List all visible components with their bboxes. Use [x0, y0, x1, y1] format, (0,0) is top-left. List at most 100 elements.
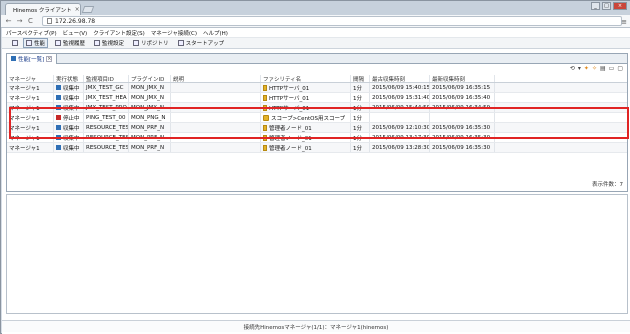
- cell-filler: [495, 83, 627, 92]
- header-monitor-id[interactable]: 監視項目ID: [84, 75, 129, 82]
- status-indicator-icon: [56, 95, 61, 100]
- maximize-button[interactable]: □: [602, 2, 611, 10]
- url-input[interactable]: 172.26.98.78: [42, 16, 622, 26]
- perspective-monitor-settings[interactable]: 監視設定: [92, 39, 126, 47]
- table-row[interactable]: マネージャ1 収集中 RESOURCE_TES MON_PRF_N 管理者ノード_01 1…: [7, 133, 627, 143]
- forward-icon[interactable]: →: [16, 17, 23, 25]
- cell-manager: マネージャ1: [7, 133, 54, 142]
- menu-perspective[interactable]: パースペクティブ(P): [6, 29, 57, 37]
- cell-plugin-id: MON_PRF_N: [129, 133, 171, 142]
- perspective-repository[interactable]: リポジトリ: [131, 39, 171, 47]
- header-interval[interactable]: 間隔: [351, 75, 370, 82]
- lower-pane: [6, 194, 628, 314]
- cell-facility: 管理者ノード_01: [261, 143, 351, 152]
- filter-icon[interactable]: ▾: [578, 65, 581, 72]
- cell-manager: マネージャ1: [7, 113, 54, 122]
- status-indicator-icon: [56, 135, 61, 140]
- cell-latest-time: 2015/06/09 16:34:59: [430, 103, 495, 112]
- menu-manager-connection[interactable]: マネージャ接続(C): [151, 29, 197, 37]
- header-latest-time[interactable]: 最新収集時刻: [430, 75, 495, 82]
- cell-plugin-id-text: MON_PRF_N: [131, 134, 165, 141]
- cell-facility-text: スコープ>CentOS用スコープ: [271, 115, 346, 122]
- new-tab-button[interactable]: [81, 6, 95, 13]
- tab-close-icon[interactable]: ×: [75, 6, 80, 13]
- minimize-button[interactable]: _: [591, 2, 600, 10]
- browser-menu-icon[interactable]: ≡: [621, 18, 627, 26]
- performance-icon: [11, 56, 16, 61]
- perspective-startup[interactable]: スタートアップ: [176, 39, 227, 47]
- cell-oldest-time-text: 2015/06/09 12:10:30: [372, 124, 430, 131]
- cell-interval: 1分: [351, 103, 370, 112]
- view-tab-performance-list[interactable]: 性能[一覧] ×: [7, 53, 58, 64]
- cell-manager-text: マネージャ1: [9, 85, 40, 92]
- perspective-monitor-history[interactable]: 監視履歴: [53, 39, 87, 47]
- header-manager[interactable]: マネージャ: [7, 75, 54, 82]
- view-tab-label: 性能[一覧]: [18, 56, 45, 63]
- app-menubar: パースペクティブ(P) ビュー(V) クライアント設定(S) マネージャ接続(C…: [2, 28, 630, 38]
- minimize-icon[interactable]: ▭: [609, 65, 615, 72]
- cell-status-text: 収集中: [63, 125, 80, 132]
- scope-icon: [263, 114, 269, 121]
- node-icon: [263, 134, 267, 141]
- node-icon: [263, 144, 267, 151]
- table-row[interactable]: マネージャ1 収集中 RESOURCE_TES MON_PRF_N 管理者ノード_01 1…: [7, 123, 627, 133]
- cell-interval: 1分: [351, 143, 370, 152]
- address-bar: ← → C 172.26.98.78 ≡: [1, 15, 630, 28]
- header-plugin-id[interactable]: プラグインID: [129, 75, 171, 82]
- view-tabbar: 性能[一覧] ×: [7, 53, 627, 64]
- table-row[interactable]: マネージャ1 収集中 JMX_TEST_PRO MON_JMX_N HTTPサーバ_01…: [7, 103, 627, 113]
- cell-facility-text: HTTPサーバ_01: [269, 105, 310, 112]
- cell-manager: マネージャ1: [7, 123, 54, 132]
- cell-monitor-id-text: JMX_TEST_PRO: [86, 104, 127, 111]
- menu-help[interactable]: ヘルプ(H): [203, 29, 228, 37]
- cell-oldest-time-text: 2015/06/09 15:44:59: [372, 104, 430, 111]
- cell-plugin-id-text: MON_JMX_N: [131, 94, 164, 101]
- cell-description: [171, 143, 261, 152]
- node-icon: [263, 124, 267, 131]
- cell-plugin-id: MON_JMX_N: [129, 103, 171, 112]
- cell-status-text: 収集中: [63, 145, 80, 152]
- cell-plugin-id-text: MON_JMX_N: [131, 84, 164, 91]
- status-text: 接続先Hinemosマネージャ(1/1)：マネージャ1(hinemos): [243, 324, 389, 331]
- header-status[interactable]: 実行状態: [54, 75, 84, 82]
- table-row[interactable]: マネージャ1 収集中 JMX_TEST_HEA MON_JMX_N HTTPサーバ_01…: [7, 93, 627, 103]
- cell-description: [171, 123, 261, 132]
- cell-status: 収集中: [54, 123, 84, 132]
- menu-view[interactable]: ビュー(V): [63, 29, 88, 37]
- view-toolbar-icons: ⟲ ▾ ✦ ✧ ▤ ▭ ▢: [570, 65, 623, 72]
- graph-icon[interactable]: ⟲: [570, 65, 575, 72]
- header-facility[interactable]: ファシリティ名: [261, 75, 351, 82]
- table-row[interactable]: マネージャ1 収集中 JMX_TEST_GC MON_JMX_N HTTPサーバ_01 1…: [7, 83, 627, 93]
- table-row[interactable]: マネージャ1 停止中 PING_TEST_00 MON_PNG_N スコープ>CentO…: [7, 113, 627, 123]
- cell-manager-text: マネージャ1: [9, 135, 40, 142]
- cell-interval: 1分: [351, 83, 370, 92]
- cell-description: [171, 83, 261, 92]
- perspective-performance[interactable]: 性能: [23, 38, 49, 48]
- cell-status-text: 収集中: [63, 105, 80, 112]
- cell-facility-text: 管理者ノード_01: [269, 135, 312, 142]
- reload-icon[interactable]: C: [27, 17, 34, 25]
- header-oldest-time[interactable]: 最古収集時刻: [370, 75, 430, 82]
- menu-client-settings[interactable]: クライアント設定(S): [93, 29, 145, 37]
- cell-status: 停止中: [54, 113, 84, 122]
- maximize-icon[interactable]: ▢: [617, 65, 623, 72]
- tab-title: Hinemos クライアント: [13, 7, 72, 14]
- startup-icon: [177, 40, 184, 46]
- header-description[interactable]: 説明: [171, 75, 261, 82]
- orange-star-icon[interactable]: ✧: [592, 65, 597, 72]
- status-indicator-icon: [56, 85, 61, 90]
- back-icon[interactable]: ←: [5, 17, 12, 25]
- orange-refresh-icon[interactable]: ✦: [584, 65, 589, 72]
- table-row[interactable]: マネージャ1 収集中 RESOURCE_TES MON_PRF_N 管理者ノード_01 1…: [7, 143, 627, 153]
- close-window-button[interactable]: ×: [613, 2, 627, 10]
- view-menu-icon[interactable]: ▤: [600, 65, 606, 72]
- view-tab-close-icon[interactable]: ×: [46, 55, 53, 62]
- header-filler: [495, 75, 627, 82]
- cell-filler: [495, 113, 627, 122]
- open-perspective-icon[interactable]: [12, 40, 18, 46]
- cell-oldest-time: 2015/06/09 12:10:30: [370, 123, 430, 132]
- cell-monitor-id-text: JMX_TEST_HEA: [86, 94, 127, 101]
- status-indicator-icon: [56, 115, 61, 120]
- cell-filler: [495, 123, 627, 132]
- browser-tab[interactable]: Hinemos クライアント ×: [5, 3, 81, 15]
